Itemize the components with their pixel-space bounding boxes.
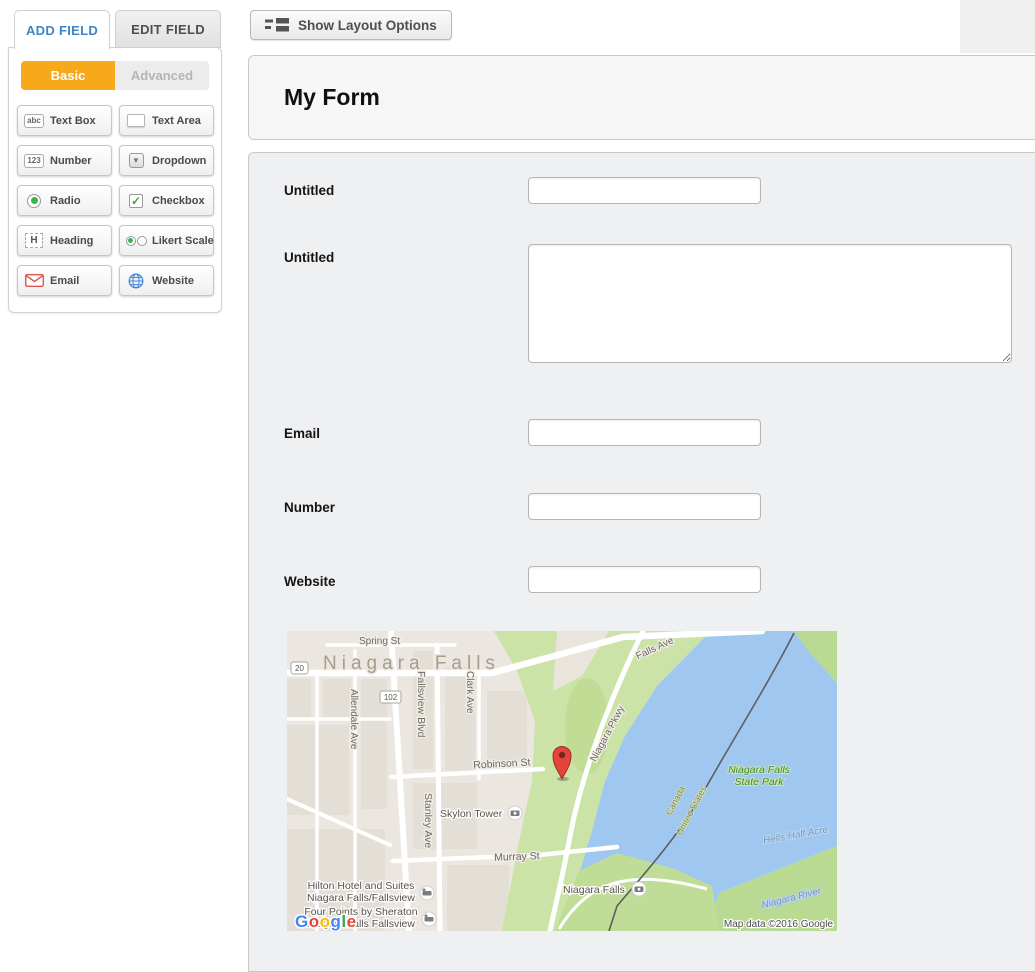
field-label-email: Email: [284, 426, 320, 441]
camera-poi-icon-2: [632, 882, 646, 896]
layout-options-icon: [265, 18, 289, 32]
map-label-murray-st: Murray St: [494, 850, 540, 864]
radio-icon: [23, 194, 45, 208]
field-label-untitled-textarea: Untitled: [284, 250, 334, 265]
field-button-email[interactable]: Email: [17, 265, 112, 296]
textarea-icon: [125, 114, 147, 127]
form-title: My Form: [284, 84, 380, 111]
tab-add-field[interactable]: ADD FIELD: [14, 10, 110, 49]
field-button-radio[interactable]: Radio: [17, 185, 112, 216]
likert-scale-icon: [125, 236, 147, 246]
subtab-advanced[interactable]: Advanced: [115, 61, 209, 90]
google-logo: Google: [295, 912, 357, 931]
field-button-text-box[interactable]: abc Text Box: [17, 105, 112, 136]
field-button-heading[interactable]: H Heading: [17, 225, 112, 256]
map-widget[interactable]: 20 102 Niagara Falls Spring St Allendale…: [287, 631, 837, 931]
google-map: 20 102 Niagara Falls Spring St Allendale…: [287, 631, 837, 931]
map-label-hilton-2: Niagara Falls/Fallsview: [307, 892, 415, 904]
field-button-text-area[interactable]: Text Area: [119, 105, 214, 136]
email-input[interactable]: [528, 419, 761, 446]
add-field-panel: Basic Advanced abc Text Box Text Area 12…: [8, 47, 222, 313]
sidebar-tabs: ADD FIELD EDIT FIELD: [8, 10, 222, 48]
route-shield-102: 102: [380, 691, 401, 703]
map-label-stanley-ave: Stanley Ave: [422, 793, 434, 848]
map-label-clark-ave: Clark Ave: [464, 671, 475, 714]
form-canvas: Untitled Untitled Email Number Website: [248, 152, 1035, 972]
subtab-basic[interactable]: Basic: [21, 61, 115, 90]
website-input[interactable]: [528, 566, 761, 593]
tab-edit-field[interactable]: EDIT FIELD: [115, 10, 221, 48]
field-label-number: Number: [284, 500, 335, 515]
field-button-dropdown[interactable]: ▼ Dropdown: [119, 145, 214, 176]
website-globe-icon: [125, 273, 147, 289]
textbox-abc-icon: abc: [23, 114, 45, 128]
email-envelope-icon: [23, 274, 45, 287]
map-label-allendale-ave: Allendale Ave: [348, 689, 359, 750]
svg-text:20: 20: [295, 664, 304, 673]
map-label-state-park-2: State Park: [734, 776, 784, 788]
field-button-grid: abc Text Box Text Area 123 Number ▼ Drop…: [9, 93, 221, 302]
field-sidebar: ADD FIELD EDIT FIELD Basic Advanced abc …: [8, 10, 222, 313]
untitled-textarea[interactable]: [528, 244, 1012, 363]
field-category-switch: Basic Advanced: [21, 61, 209, 90]
form-title-panel[interactable]: My Form: [248, 55, 1035, 140]
heading-icon: H: [23, 233, 45, 248]
lodging-poi-icon-2: [422, 912, 436, 926]
field-button-number[interactable]: 123 Number: [17, 145, 112, 176]
svg-text:102: 102: [384, 693, 398, 702]
number-input[interactable]: [528, 493, 761, 520]
map-label-spring-st: Spring St: [359, 636, 400, 647]
dropdown-icon: ▼: [125, 153, 147, 168]
show-layout-options-button[interactable]: Show Layout Options: [250, 10, 452, 40]
untitled-text-input[interactable]: [528, 177, 761, 204]
route-shield-20: 20: [291, 662, 308, 674]
checkbox-icon: ✓: [125, 194, 147, 208]
background-strip: [960, 0, 1035, 53]
field-button-website[interactable]: Website: [119, 265, 214, 296]
map-label-skylon-tower: Skylon Tower: [440, 808, 503, 820]
field-label-website: Website: [284, 574, 336, 589]
map-label-hilton-1: Hilton Hotel and Suites: [308, 880, 415, 892]
field-label-untitled-text: Untitled: [284, 183, 334, 198]
map-attribution: Map data ©2016 Google: [724, 919, 834, 930]
map-label-fallsview-blvd: Fallsview Blvd: [415, 671, 427, 738]
map-label-state-park-1: Niagara Falls: [728, 764, 791, 776]
field-button-checkbox[interactable]: ✓ Checkbox: [119, 185, 214, 216]
lodging-poi-icon: [420, 886, 434, 900]
number-123-icon: 123: [23, 154, 45, 168]
map-label-niagara-falls-poi: Niagara Falls: [563, 884, 625, 896]
field-button-likert-scale[interactable]: Likert Scale: [119, 225, 214, 256]
camera-poi-icon: [508, 806, 522, 820]
